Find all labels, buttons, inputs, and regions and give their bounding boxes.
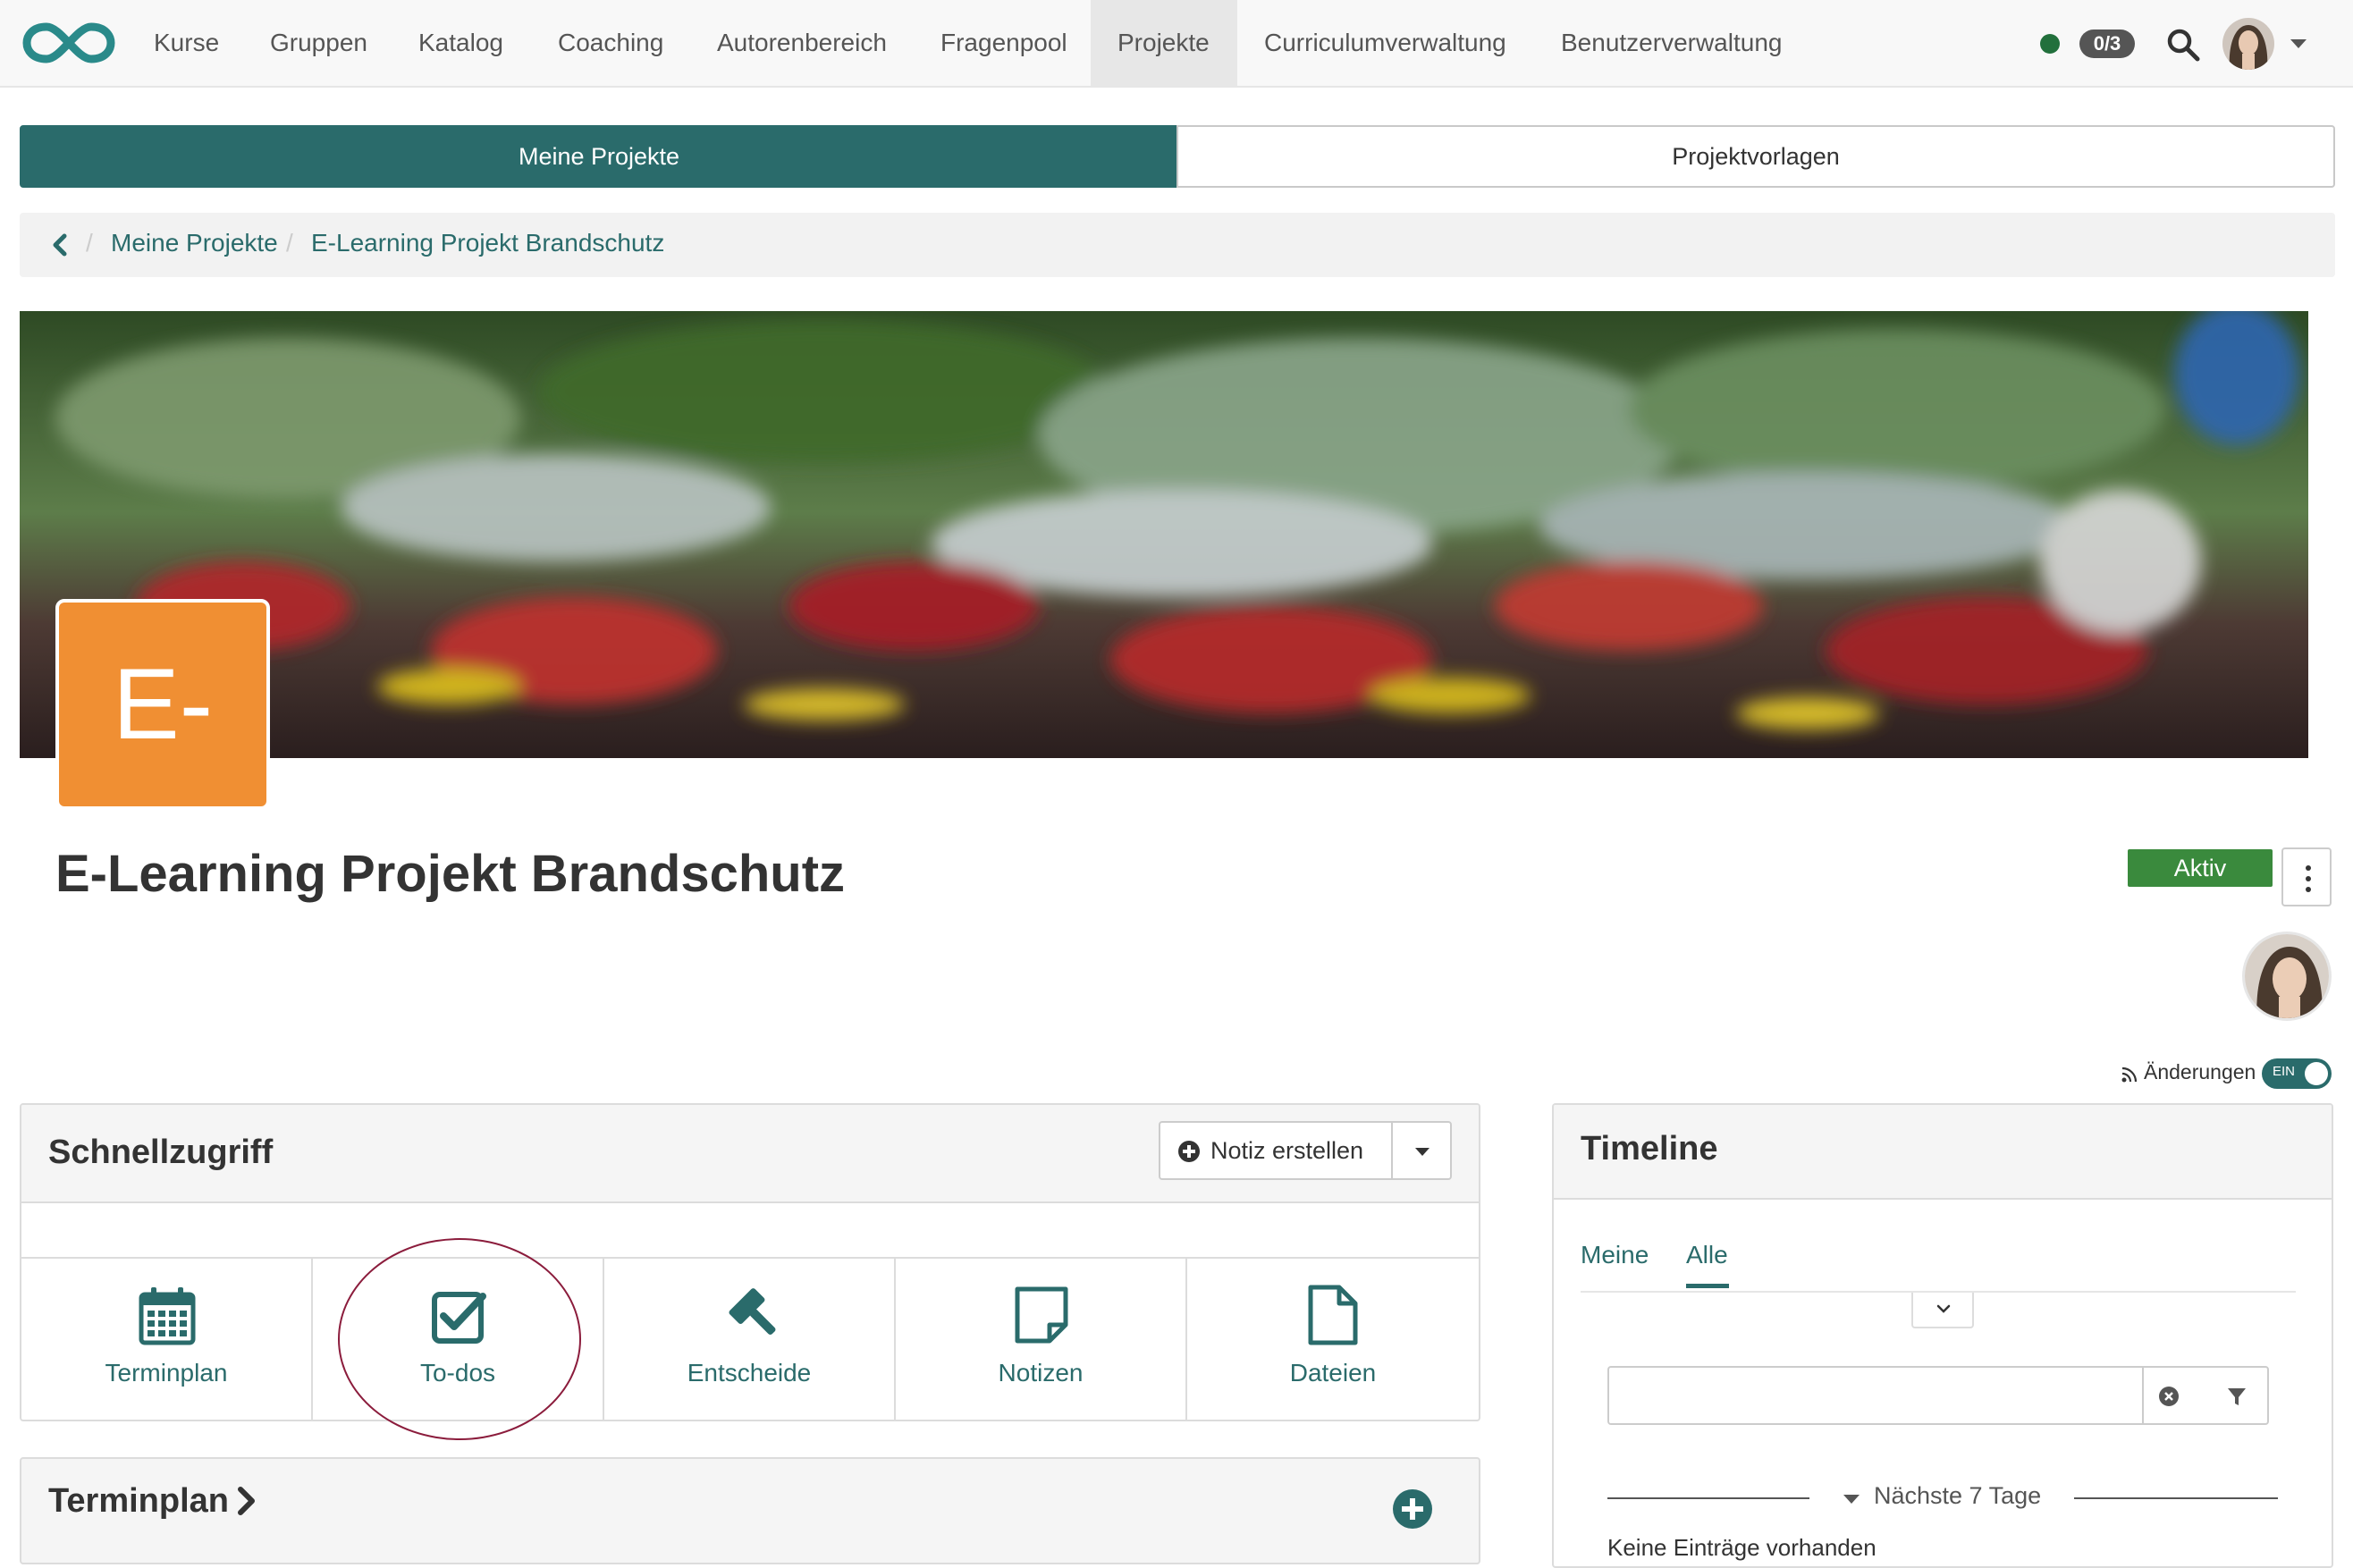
tile-label: Notizen bbox=[998, 1359, 1084, 1387]
chevron-right-icon[interactable] bbox=[236, 1486, 257, 1516]
tile-terminplan[interactable]: Terminplan bbox=[21, 1257, 313, 1420]
caret-down-icon bbox=[1843, 1495, 1860, 1504]
section-divider-right bbox=[2074, 1497, 2278, 1499]
clear-icon[interactable] bbox=[2158, 1386, 2180, 1407]
changes-label: Änderungen bbox=[2144, 1060, 2256, 1083]
nav-item-coaching[interactable]: Coaching bbox=[531, 0, 690, 86]
nav-item-katalog[interactable]: Katalog bbox=[392, 0, 530, 86]
back-chevron-icon[interactable] bbox=[46, 231, 73, 259]
project-logo: E- bbox=[55, 599, 270, 810]
tile-label: Dateien bbox=[1289, 1359, 1377, 1387]
create-note-button[interactable]: Notiz erstellen bbox=[1159, 1121, 1393, 1180]
calendar-icon bbox=[139, 1287, 196, 1345]
member-avatar[interactable] bbox=[2242, 932, 2332, 1021]
sticky-note-icon bbox=[1015, 1286, 1068, 1344]
user-avatar[interactable] bbox=[2222, 18, 2274, 70]
quick-access-title: Schnellzugriff bbox=[48, 1134, 274, 1171]
file-icon bbox=[1308, 1285, 1358, 1345]
toggle-label: EIN bbox=[2273, 1064, 2296, 1079]
more-options-button[interactable] bbox=[2281, 847, 2332, 906]
nav-item-gruppen[interactable]: Gruppen bbox=[243, 0, 394, 86]
top-navigation: Kurse Gruppen Katalog Coaching Autorenbe… bbox=[0, 0, 2353, 88]
create-note-label: Notiz erstellen bbox=[1210, 1137, 1364, 1164]
project-title: E-Learning Projekt Brandschutz bbox=[55, 845, 846, 903]
timeline-search-input[interactable] bbox=[1607, 1366, 2269, 1425]
nav-item-projekte[interactable]: Projekte bbox=[1091, 0, 1237, 86]
tile-notizen[interactable]: Notizen bbox=[896, 1257, 1187, 1420]
caret-down-icon[interactable] bbox=[2290, 39, 2307, 48]
nav-item-kurse[interactable]: Kurse bbox=[127, 0, 246, 86]
tile-entscheide[interactable]: Entscheide bbox=[604, 1257, 896, 1420]
tab-projektvorlagen[interactable]: Projektvorlagen bbox=[1176, 125, 2335, 188]
breadcrumb-separator: / bbox=[86, 229, 93, 257]
toggle-knob bbox=[2305, 1062, 2328, 1085]
section-label: Nächste 7 Tage bbox=[1874, 1482, 2042, 1509]
timeline-empty-text: Keine Einträge vorhanden bbox=[1607, 1534, 1876, 1561]
rss-icon bbox=[2121, 1066, 2138, 1083]
quick-access-spacer bbox=[21, 1203, 1479, 1259]
kebab-dot bbox=[2306, 865, 2311, 871]
open-items-counter[interactable]: 0/3 bbox=[2079, 30, 2135, 58]
section-divider-left bbox=[1607, 1497, 1809, 1499]
status-badge: Aktiv bbox=[2128, 849, 2273, 887]
timeline-title: Timeline bbox=[1581, 1130, 1718, 1168]
plus-circle-icon bbox=[1178, 1141, 1200, 1162]
changes-toggle[interactable]: EIN bbox=[2262, 1058, 2332, 1089]
nav-item-autorenbereich[interactable]: Autorenbereich bbox=[690, 0, 914, 86]
openolat-logo-icon[interactable] bbox=[21, 20, 116, 66]
breadcrumb-separator: / bbox=[286, 229, 293, 257]
terminplan-title[interactable]: Terminplan bbox=[48, 1482, 229, 1521]
breadcrumb: / Meine Projekte / E-Learning Projekt Br… bbox=[20, 213, 2335, 277]
tile-dateien[interactable]: Dateien bbox=[1187, 1257, 1479, 1420]
chevron-down-icon bbox=[1936, 1304, 1951, 1313]
nav-item-curriculumverwaltung[interactable]: Curriculumverwaltung bbox=[1237, 0, 1533, 86]
breadcrumb-item-meine-projekte[interactable]: Meine Projekte bbox=[111, 229, 278, 257]
project-banner-image bbox=[20, 311, 2308, 758]
breadcrumb-item-project[interactable]: E-Learning Projekt Brandschutz bbox=[311, 229, 664, 257]
nav-item-benutzerverwaltung[interactable]: Benutzerverwaltung bbox=[1534, 0, 1809, 86]
create-note-dropdown-button[interactable] bbox=[1391, 1121, 1452, 1180]
tile-label: Entscheide bbox=[687, 1359, 812, 1387]
timeline-tab-meine[interactable]: Meine bbox=[1581, 1241, 1649, 1269]
timeline-collapse-button[interactable] bbox=[1911, 1293, 1974, 1328]
caret-down-icon bbox=[1415, 1148, 1430, 1156]
search-icon[interactable] bbox=[2165, 27, 2201, 63]
active-tab-indicator bbox=[1686, 1284, 1729, 1288]
timeline-tab-alle[interactable]: Alle bbox=[1686, 1241, 1728, 1269]
gavel-icon bbox=[729, 1288, 776, 1336]
nav-item-fragenpool[interactable]: Fragenpool bbox=[914, 0, 1094, 86]
search-separator bbox=[2142, 1368, 2144, 1423]
kebab-dot bbox=[2306, 876, 2311, 881]
filter-icon[interactable] bbox=[2226, 1386, 2248, 1407]
highlight-annotation-circle bbox=[338, 1238, 581, 1440]
tab-meine-projekte[interactable]: Meine Projekte bbox=[20, 125, 1178, 188]
timeline-header: Timeline bbox=[1554, 1105, 2332, 1200]
add-circle-icon[interactable] bbox=[1393, 1489, 1432, 1529]
online-status-dot bbox=[2040, 34, 2060, 54]
terminplan-section: Terminplan bbox=[20, 1457, 1480, 1564]
timeline-section-next-7-days[interactable]: Nächste 7 Tage bbox=[1607, 1482, 2278, 1518]
tile-label: Terminplan bbox=[105, 1359, 228, 1387]
kebab-dot bbox=[2306, 887, 2311, 892]
